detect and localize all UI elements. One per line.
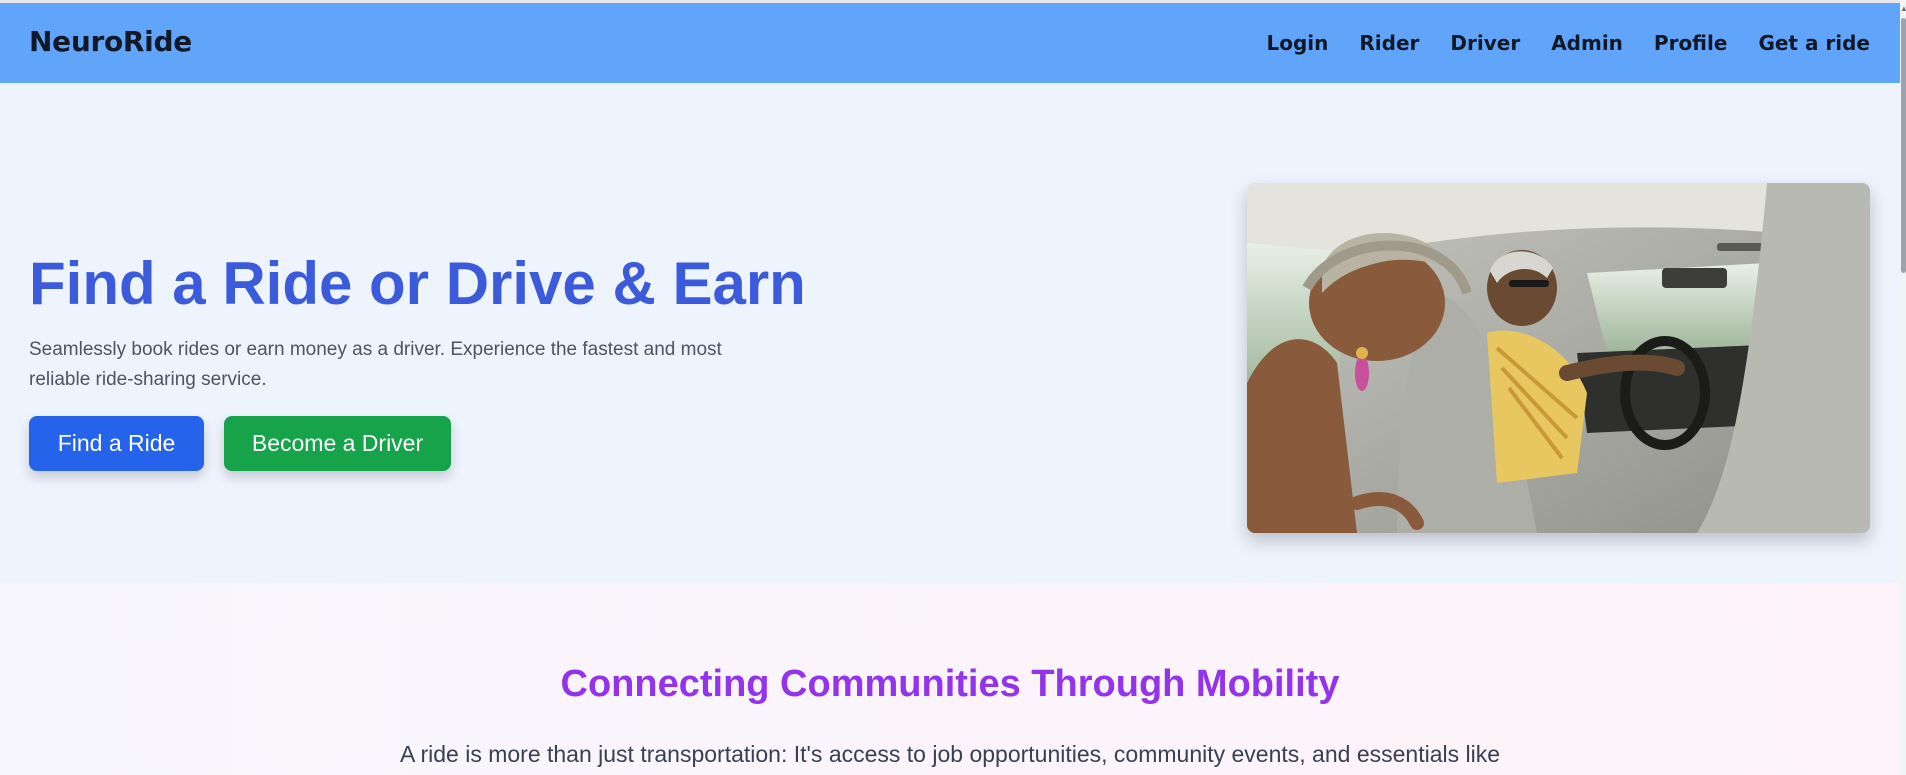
scroll-up-icon[interactable]: ▲ bbox=[1900, 4, 1906, 14]
hero-title: Find a Ride or Drive & Earn bbox=[29, 250, 806, 317]
community-text: A ride is more than just transportation:… bbox=[400, 741, 1500, 767]
navbar: NeuroRide Login Rider Driver Admin Profi… bbox=[0, 3, 1900, 83]
nav-profile-link[interactable]: Profile bbox=[1654, 31, 1728, 55]
hero-photo-illustration bbox=[1247, 183, 1870, 533]
hero-photo bbox=[1247, 183, 1870, 533]
hero-subtitle: Seamlessly book rides or earn money as a… bbox=[29, 339, 722, 390]
community-title: Connecting Communities Through Mobility bbox=[560, 663, 1340, 705]
hero-section: Find a Ride or Drive & Earn Seamlessly b… bbox=[0, 83, 1900, 583]
nav-links: Login Rider Driver Admin Profile Get a r… bbox=[1266, 31, 1870, 55]
nav-login-link[interactable]: Login bbox=[1266, 31, 1328, 55]
nav-driver-link[interactable]: Driver bbox=[1450, 31, 1520, 55]
scrollbar-thumb[interactable] bbox=[1901, 18, 1906, 273]
become-driver-button[interactable]: Become a Driver bbox=[224, 416, 451, 471]
community-section: Connecting Communities Through Mobility … bbox=[0, 583, 1900, 775]
brand-logo[interactable]: NeuroRide bbox=[29, 25, 192, 58]
nav-admin-link[interactable]: Admin bbox=[1551, 31, 1623, 55]
nav-get-a-ride-link[interactable]: Get a ride bbox=[1758, 31, 1870, 55]
nav-rider-link[interactable]: Rider bbox=[1359, 31, 1419, 55]
page-scrollbar[interactable]: ▲ bbox=[1900, 0, 1906, 775]
find-ride-button[interactable]: Find a Ride bbox=[29, 416, 204, 471]
